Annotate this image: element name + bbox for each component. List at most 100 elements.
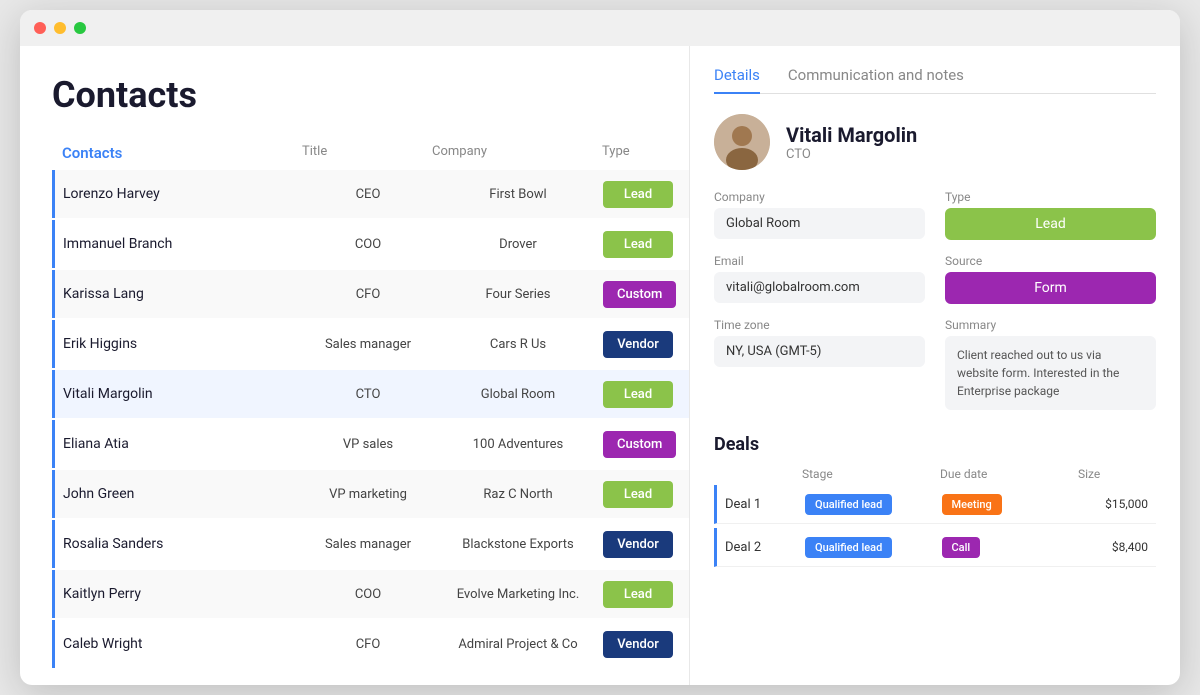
close-button[interactable] <box>34 22 46 34</box>
contact-title: VP sales <box>303 437 433 452</box>
contact-company: Admiral Project & Co <box>433 637 603 652</box>
contact-type: Vendor <box>603 531 690 558</box>
header-contacts: Contacts <box>62 144 302 162</box>
type-label: Type <box>945 190 1156 204</box>
type-badge: Lead <box>603 481 673 508</box>
app-content: Contacts Contacts Title Company Type Lor… <box>20 46 1180 685</box>
field-company: Company Global Room <box>714 190 925 240</box>
contact-name: Karissa Lang <box>63 272 303 316</box>
table-row[interactable]: Rosalia Sanders Sales manager Blackstone… <box>52 520 689 568</box>
contact-company: 100 Adventures <box>433 437 603 452</box>
deals-table-header: Stage Due date Size <box>714 467 1156 485</box>
maximize-button[interactable] <box>74 22 86 34</box>
table-row[interactable]: Eliana Atia VP sales 100 Adventures Cust… <box>52 420 689 468</box>
contact-name: Vitali Margolin <box>63 372 303 416</box>
contact-name: Lorenzo Harvey <box>63 172 303 216</box>
contact-type: Custom <box>603 281 690 308</box>
tab-communication[interactable]: Communication and notes <box>788 66 964 94</box>
minimize-button[interactable] <box>54 22 66 34</box>
deal-name: Deal 1 <box>725 497 805 512</box>
type-value: Lead <box>945 208 1156 240</box>
contact-name: John Green <box>63 472 303 516</box>
type-badge: Vendor <box>603 531 673 558</box>
deal-stage-badge: Qualified lead <box>805 537 892 558</box>
contact-title: CFO <box>303 287 433 302</box>
deals-title: Deals <box>714 434 1156 455</box>
deal-size: $8,400 <box>1078 540 1148 554</box>
app-window: Contacts Contacts Title Company Type Lor… <box>20 10 1180 685</box>
contact-title: COO <box>303 587 433 602</box>
table-row[interactable]: Vitali Margolin CTO Global Room Lead <box>52 370 689 418</box>
type-badge: Lead <box>603 381 673 408</box>
contact-name: Erik Higgins <box>63 322 303 366</box>
contact-name: Caleb Wright <box>63 622 303 666</box>
header-type: Type <box>602 144 690 162</box>
field-type: Type Lead <box>945 190 1156 240</box>
table-row[interactable]: Erik Higgins Sales manager Cars R Us Ven… <box>52 320 689 368</box>
header-title: Title <box>302 144 432 162</box>
contact-name-block: Vitali Margolin CTO <box>786 123 917 162</box>
deal-due-date-badge: Call <box>942 537 981 558</box>
contact-header: Vitali Margolin CTO <box>714 114 1156 170</box>
contact-role: CTO <box>786 147 917 162</box>
deals-header-stage: Stage <box>802 467 940 481</box>
contact-name: Immanuel Branch <box>63 222 303 266</box>
contact-company: Global Room <box>433 387 603 402</box>
deals-body: Deal 1 Qualified lead Meeting $15,000 De… <box>714 485 1156 567</box>
type-badge: Lead <box>603 581 673 608</box>
deal-stage: Qualified lead <box>805 493 942 515</box>
tab-details[interactable]: Details <box>714 66 760 94</box>
table-row[interactable]: Immanuel Branch COO Drover Lead <box>52 220 689 268</box>
contact-type: Vendor <box>603 631 690 658</box>
source-value: Form <box>945 272 1156 304</box>
contact-company: Raz C North <box>433 487 603 502</box>
table-row[interactable]: Caleb Wright CFO Admiral Project & Co Ve… <box>52 620 689 668</box>
contact-type: Lead <box>603 231 690 258</box>
type-badge: Vendor <box>603 631 673 658</box>
header-company: Company <box>432 144 602 162</box>
table-body: Lorenzo Harvey CEO First Bowl Lead Imman… <box>52 170 689 668</box>
table-row[interactable]: Karissa Lang CFO Four Series Custom <box>52 270 689 318</box>
detail-tabs: Details Communication and notes <box>714 66 1156 94</box>
contact-title: COO <box>303 237 433 252</box>
contact-full-name: Vitali Margolin <box>786 123 917 147</box>
table-header: Contacts Title Company Type <box>52 144 689 170</box>
deals-section: Deals Stage Due date Size Deal 1 Qualifi… <box>714 434 1156 567</box>
type-badge: Lead <box>603 231 673 258</box>
right-panel: Details Communication and notes Vitali M… <box>690 46 1180 685</box>
contact-type: Lead <box>603 481 690 508</box>
deal-row[interactable]: Deal 1 Qualified lead Meeting $15,000 <box>714 485 1156 524</box>
contact-title: CFO <box>303 637 433 652</box>
type-badge: Lead <box>603 181 673 208</box>
email-label: Email <box>714 254 925 268</box>
titlebar <box>20 10 1180 46</box>
contact-type: Custom <box>603 431 690 458</box>
summary-label: Summary <box>945 318 1156 332</box>
page-title: Contacts <box>52 74 689 116</box>
contact-type: Lead <box>603 181 690 208</box>
deal-name: Deal 2 <box>725 540 805 555</box>
company-label: Company <box>714 190 925 204</box>
type-badge: Custom <box>603 431 676 458</box>
company-value: Global Room <box>714 208 925 239</box>
detail-grid: Company Global Room Type Lead Email vita… <box>714 190 1156 410</box>
contact-title: Sales manager <box>303 537 433 552</box>
contact-company: Blackstone Exports <box>433 537 603 552</box>
timezone-value: NY, USA (GMT-5) <box>714 336 925 367</box>
contact-title: CTO <box>303 387 433 402</box>
table-row[interactable]: Lorenzo Harvey CEO First Bowl Lead <box>52 170 689 218</box>
left-panel: Contacts Contacts Title Company Type Lor… <box>20 46 690 685</box>
contact-title: Sales manager <box>303 337 433 352</box>
deal-row[interactable]: Deal 2 Qualified lead Call $8,400 <box>714 528 1156 567</box>
deal-due-date: Meeting <box>942 493 1079 515</box>
field-source: Source Form <box>945 254 1156 304</box>
table-row[interactable]: John Green VP marketing Raz C North Lead <box>52 470 689 518</box>
deal-size: $15,000 <box>1078 497 1148 511</box>
type-badge: Custom <box>603 281 676 308</box>
type-badge: Vendor <box>603 331 673 358</box>
field-summary: Summary Client reached out to us via web… <box>945 318 1156 410</box>
contact-company: Drover <box>433 237 603 252</box>
deal-stage-badge: Qualified lead <box>805 494 892 515</box>
field-email: Email vitali@globalroom.com <box>714 254 925 304</box>
table-row[interactable]: Kaitlyn Perry COO Evolve Marketing Inc. … <box>52 570 689 618</box>
